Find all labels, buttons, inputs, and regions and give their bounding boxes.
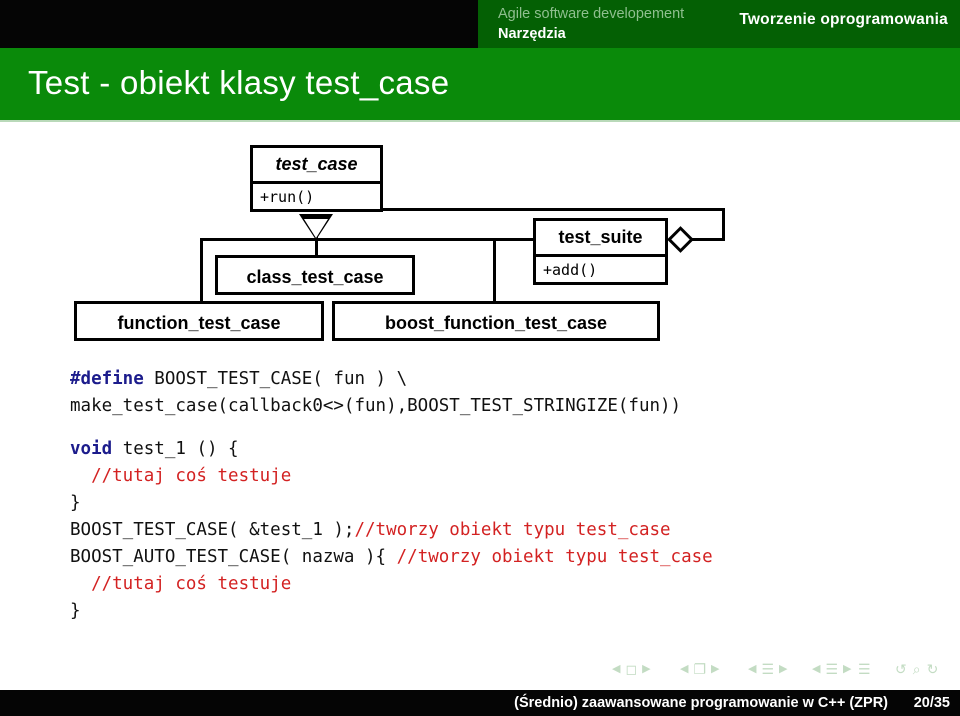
nav-group-subsection[interactable]: ◀ ☰ ▶ — [748, 662, 788, 676]
code-line: //tutaj coś testuje — [70, 463, 930, 490]
beamer-navigation-bar: ◀ ◻ ▶ ◀ ❐ ▶ ◀ ☰ ▶ ◀ ☰ ▶ ☰ ↺ ⌕ ↻ — [0, 658, 960, 684]
nav-section-icon[interactable]: ☰ — [825, 662, 838, 676]
uml-class-name: test_suite — [558, 227, 643, 247]
uml-operation-add: +add() — [543, 261, 598, 279]
code-keyword: #define — [70, 369, 144, 389]
uml-operation-run: +run() — [260, 188, 315, 206]
uml-class-test-case[interactable]: test_case +run() — [250, 145, 383, 212]
code-line: BOOST_AUTO_TEST_CASE( nazwa ){ //tworzy … — [70, 544, 930, 571]
code-block: #define BOOST_TEST_CASE( fun ) \ make_tes… — [70, 366, 930, 625]
code-comment: //tutaj coś testuje — [91, 574, 292, 594]
presentation-slide: Tworzenie oprogramowania Agile software … — [0, 0, 960, 716]
aggregation-diamond-icon — [667, 226, 694, 253]
slide-title-band: Test - obiekt klasy test_case — [0, 48, 960, 122]
code-line: //tutaj coś testuje — [70, 571, 930, 598]
header-black-panel — [0, 0, 478, 48]
uml-class-function-test-case[interactable]: function_test_case — [74, 301, 324, 341]
code-line: void test_1 () { — [70, 436, 930, 463]
code-text: test_1 () { — [112, 439, 239, 459]
nav-prev-icon[interactable]: ◀ — [612, 663, 620, 675]
footer-page-number: 20/35 — [913, 695, 950, 711]
code-line: #define BOOST_TEST_CASE( fun ) \ — [70, 366, 930, 393]
slide-footer-bar: (Średnio) zaawansowane programowanie w C… — [0, 690, 960, 716]
uml-class-boost-function-test-case[interactable]: boost_function_test_case — [332, 301, 660, 341]
code-line: make_test_case(callback0<>(fun),BOOST_TE… — [70, 393, 930, 420]
uml-class-name: class_test_case — [246, 267, 384, 287]
header-subtitle-top: Agile software developement — [498, 6, 685, 22]
nav-prev-icon[interactable]: ◀ — [748, 663, 756, 675]
header-subtitle-bottom: Narzędzia — [498, 26, 566, 42]
nav-group-frame[interactable]: ◀ ❐ ▶ — [680, 662, 720, 676]
code-text: make_test_case(callback0<>(fun),BOOST_TE… — [70, 396, 682, 416]
code-comment: //tutaj coś testuje — [91, 466, 292, 486]
nav-back-icon[interactable]: ↺ — [895, 662, 907, 676]
nav-group-history[interactable]: ↺ ⌕ ↻ — [895, 662, 938, 676]
nav-prev-icon[interactable]: ◀ — [812, 663, 820, 675]
nav-group-section[interactable]: ◀ ☰ ▶ — [812, 662, 852, 676]
uml-class-name: test_case — [275, 154, 358, 174]
nav-next-icon[interactable]: ▶ — [711, 663, 719, 675]
nav-group-slide[interactable]: ◀ ◻ ▶ — [612, 662, 651, 676]
page-title: Test - obiekt klasy test_case — [28, 64, 450, 101]
code-line: } — [70, 598, 930, 625]
code-text: BOOST_AUTO_TEST_CASE( nazwa ){ — [70, 547, 397, 567]
search-icon[interactable]: ⌕ — [913, 662, 921, 676]
nav-document-icon[interactable]: ☰ — [858, 662, 871, 676]
link-suite-diamond-connector — [690, 238, 725, 241]
nav-forward-icon[interactable]: ↻ — [927, 662, 939, 676]
footer-title: (Średnio) zaawansowane programowanie w C… — [514, 695, 888, 711]
uml-class-name: function_test_case — [117, 313, 281, 333]
slide-header-bar: Tworzenie oprogramowania Agile software … — [0, 0, 960, 48]
uml-class-divider — [536, 254, 665, 257]
nav-next-icon[interactable]: ▶ — [779, 663, 787, 675]
code-comment: //tworzy obiekt typu test_case — [354, 520, 671, 540]
code-text: BOOST_TEST_CASE( &test_1 ); — [70, 520, 355, 540]
nav-group-doc[interactable]: ☰ — [858, 662, 871, 676]
generalization-triangle-inner — [304, 219, 328, 238]
nav-subsection-icon[interactable]: ☰ — [761, 662, 774, 676]
nav-next-icon[interactable]: ▶ — [642, 663, 650, 675]
code-line: } — [70, 490, 930, 517]
nav-slide-icon[interactable]: ◻ — [625, 662, 637, 676]
code-text: } — [70, 493, 81, 513]
uml-class-divider — [253, 181, 380, 184]
drop-boost-function-test-case — [493, 238, 496, 304]
code-keyword: void — [70, 439, 113, 459]
nav-prev-icon[interactable]: ◀ — [680, 663, 688, 675]
nav-frame-icon[interactable]: ❐ — [693, 662, 706, 676]
drop-function-test-case — [200, 238, 203, 304]
uml-class-name: boost_function_test_case — [384, 313, 608, 333]
uml-class-diagram: test_case +run() test_suite +add() class… — [0, 122, 960, 362]
code-text: BOOST_TEST_CASE( fun ) \ — [143, 369, 408, 389]
uml-class-test-suite[interactable]: test_suite +add() — [533, 218, 668, 285]
link-suite-to-testcase-horizontal-top — [380, 208, 725, 211]
uml-class-class-test-case[interactable]: class_test_case — [215, 255, 415, 295]
code-text: } — [70, 601, 81, 621]
link-suite-to-testcase-vertical — [722, 208, 725, 240]
nav-next-icon[interactable]: ▶ — [843, 663, 851, 675]
code-comment: //tworzy obiekt typu test_case — [396, 547, 713, 567]
code-line: BOOST_TEST_CASE( &test_1 );//tworzy obie… — [70, 517, 930, 544]
